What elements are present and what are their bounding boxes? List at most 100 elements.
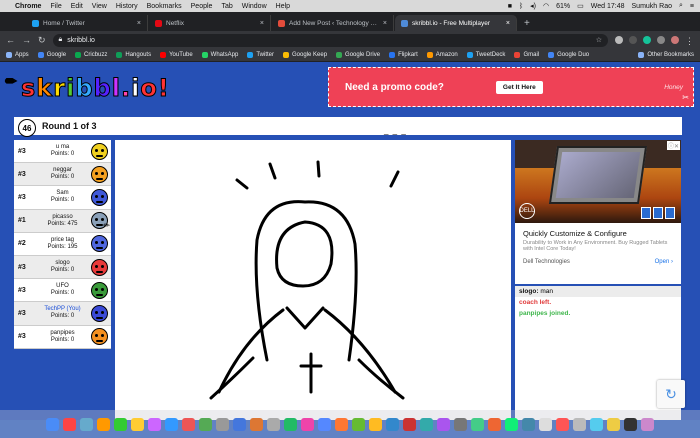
dock-app-icon[interactable] (505, 417, 518, 431)
user-name[interactable]: Sumukh Rao (632, 3, 672, 10)
bookmark-item[interactable]: Google (37, 52, 66, 58)
extension-icon[interactable] (629, 36, 637, 44)
dock-app-icon[interactable] (607, 417, 620, 431)
player-row[interactable]: #3 Sam Points: 0 (14, 186, 111, 210)
dock-app-icon[interactable] (267, 417, 280, 431)
tab-twitter[interactable]: Home / Twitter × (26, 15, 148, 31)
search-icon[interactable]: ⌕ (679, 2, 683, 10)
bluetooth-icon[interactable]: ᛒ (519, 3, 523, 10)
extension-icon[interactable] (657, 36, 665, 44)
bookmark-item[interactable]: Gmail (514, 52, 539, 58)
battery-percent[interactable]: 61% (556, 3, 570, 10)
promo-banner[interactable]: Need a promo code? Get It Here Honey ✂ (328, 67, 694, 107)
grammarly-icon[interactable] (643, 36, 651, 44)
dock-app-icon[interactable] (641, 417, 654, 431)
close-icon[interactable]: × (137, 20, 141, 27)
dock-app-icon[interactable] (131, 417, 144, 431)
dock-app-icon[interactable] (250, 417, 263, 431)
dock-app-icon[interactable] (369, 417, 382, 431)
address-bar[interactable]: 🔒︎ skribbl.io ☆ (52, 33, 608, 47)
dock-app-icon[interactable] (97, 417, 110, 431)
reload-icon[interactable]: ↻ (38, 35, 46, 46)
drawing-canvas[interactable] (115, 140, 511, 420)
new-tab-icon[interactable]: + (518, 15, 536, 31)
back-icon[interactable]: ← (6, 35, 15, 45)
bookmark-item[interactable]: YouTube (160, 52, 193, 58)
ad-info-icon[interactable]: ⓘ✕ (666, 141, 680, 150)
dock-app-icon[interactable] (437, 417, 450, 431)
player-row[interactable]: #3 u ma Points: 0 (14, 140, 111, 164)
dock-app-icon[interactable] (80, 417, 93, 431)
extension-icon[interactable] (615, 36, 623, 44)
player-row[interactable]: #1 picasso Points: 475 ✏︎ (14, 209, 111, 233)
player-row[interactable]: #3 UFO Points: 0 (14, 279, 111, 303)
dock-app-icon[interactable] (454, 417, 467, 431)
menu-help[interactable]: Help (276, 3, 290, 10)
volume-icon[interactable]: ◂) (530, 2, 536, 10)
more-icon[interactable]: ⋮ (685, 36, 694, 46)
dock-app-icon[interactable] (318, 417, 331, 431)
dock-app-icon[interactable] (624, 417, 637, 431)
close-icon[interactable]: × (383, 20, 387, 27)
dock-app-icon[interactable] (233, 417, 246, 431)
menu-people[interactable]: People (191, 3, 213, 10)
menu-history[interactable]: History (116, 3, 138, 10)
dock-app-icon[interactable] (471, 417, 484, 431)
dock-app-icon[interactable] (522, 417, 535, 431)
forward-icon[interactable]: → (22, 35, 31, 45)
dock-app-icon[interactable] (335, 417, 348, 431)
dock-app-icon[interactable] (386, 417, 399, 431)
dock-app-icon[interactable] (216, 417, 229, 431)
bookmark-item[interactable]: Twitter (247, 52, 274, 58)
dock-app-icon[interactable] (301, 417, 314, 431)
dock-app-icon[interactable] (284, 417, 297, 431)
star-icon[interactable]: ☆ (596, 36, 602, 44)
dock-app-icon[interactable] (556, 417, 569, 431)
close-icon[interactable]: × (260, 20, 264, 27)
battery-icon[interactable]: ▭ (577, 2, 584, 10)
dock-app-icon[interactable] (114, 417, 127, 431)
menu-app-name[interactable]: Chrome (15, 3, 41, 10)
bookmark-item[interactable]: Apps (6, 52, 29, 58)
bookmark-item[interactable]: TweetDeck (466, 52, 505, 58)
player-row[interactable]: #3 panpipes Points: 0 (14, 325, 111, 349)
tab-netflix[interactable]: Netflix × (149, 15, 271, 31)
bookmark-item[interactable]: Google Keep (283, 52, 327, 58)
dock-app-icon[interactable] (63, 417, 76, 431)
ad-open-button[interactable]: Open › (655, 259, 673, 265)
menu-view[interactable]: View (92, 3, 107, 10)
promo-button[interactable]: Get It Here (495, 80, 543, 94)
dock-app-icon[interactable] (182, 417, 195, 431)
player-row[interactable]: #3 slogo Points: 0 (14, 255, 111, 280)
bookmark-item[interactable]: Amazon (426, 52, 458, 58)
menu-file[interactable]: File (50, 3, 61, 10)
other-bookmarks[interactable]: Other Bookmarks (638, 52, 694, 58)
bookmark-item[interactable]: Flipkart (389, 52, 418, 58)
menu-window[interactable]: Window (242, 3, 267, 10)
player-row[interactable]: #3 neggar Points: 0 (14, 163, 111, 187)
bookmark-item[interactable]: Google Drive (336, 52, 380, 58)
bookmark-item[interactable]: Cricbuzz (75, 52, 107, 58)
dock-app-icon[interactable] (420, 417, 433, 431)
dock-app-icon[interactable] (165, 417, 178, 431)
dock-app-icon[interactable] (352, 417, 365, 431)
dell-ad[interactable]: DELL ⓘ✕ Quickly Customize & Configure Du… (515, 140, 681, 284)
dock-app-icon[interactable] (403, 417, 416, 431)
tab-add-new-post[interactable]: Add New Post ‹ Technology Per × (272, 15, 394, 31)
menu-list-icon[interactable]: ≡ (690, 3, 694, 10)
bookmark-item[interactable]: Google Duo (548, 52, 589, 58)
profile-avatar-icon[interactable] (671, 36, 679, 44)
player-row[interactable]: #2 price tag Points: 195 (14, 232, 111, 256)
recaptcha-badge[interactable]: ↻ (657, 380, 685, 408)
clock[interactable]: Wed 17:48 (591, 3, 625, 10)
bookmark-item[interactable]: Hangouts (116, 52, 151, 58)
menu-edit[interactable]: Edit (71, 3, 83, 10)
bookmark-item[interactable]: WhatsApp (201, 52, 238, 58)
dock-app-icon[interactable] (46, 417, 59, 431)
dock-app-icon[interactable] (590, 417, 603, 431)
menu-bookmarks[interactable]: Bookmarks (147, 3, 182, 10)
tab-skribbl[interactable]: skribbl.io - Free Multiplayer × (395, 15, 517, 31)
menu-tab[interactable]: Tab (221, 3, 232, 10)
dock-app-icon[interactable] (573, 417, 586, 431)
dock-app-icon[interactable] (148, 417, 161, 431)
